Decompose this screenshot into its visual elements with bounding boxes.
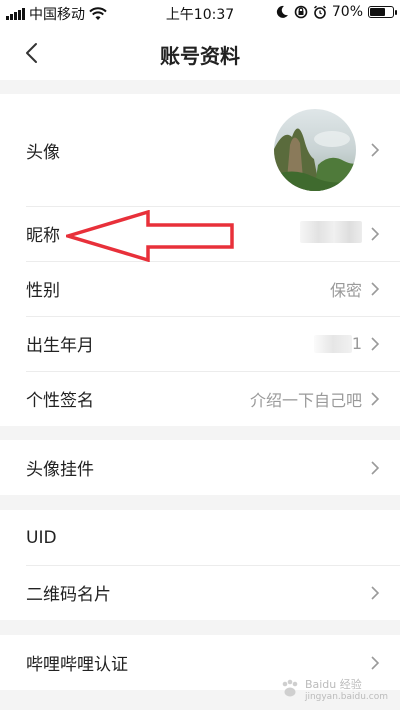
nickname-value-blurred [300, 220, 362, 247]
birthday-row[interactable]: 出生年月 1 [0, 316, 400, 371]
signature-value: 介绍一下自己吧 [249, 390, 362, 410]
gender-chevron-icon [371, 281, 380, 296]
rotation-lock-icon [294, 5, 308, 19]
pendant-row[interactable]: 头像挂件 [0, 440, 400, 495]
qrcode-label: 二维码名片 [26, 585, 111, 605]
status-bar: 中国移动 上午10:37 70% [0, 0, 400, 26]
watermark: Baidu 经验 jingyan.baidu.com [279, 676, 388, 702]
qrcode-row[interactable]: 二维码名片 [0, 565, 400, 620]
pendant-chevron-icon [371, 460, 380, 475]
avatar-label: 头像 [26, 142, 60, 163]
verify-chevron-icon [371, 655, 380, 670]
avatar-row[interactable]: 头像 [0, 94, 400, 206]
pendant-label: 头像挂件 [26, 460, 94, 480]
paw-logo-icon [282, 679, 298, 697]
birthday-label: 出生年月 [26, 336, 94, 356]
battery-percent: 70% [331, 4, 363, 20]
profile-section: 头像 昵称 性别 保密 出生年月 1 个性签名 介绍一下自己吧 [0, 94, 400, 426]
birthday-chevron-icon [371, 336, 380, 351]
birthday-blur [313, 334, 352, 353]
nickname-chevron-icon [371, 226, 380, 241]
alarm-icon [313, 5, 326, 19]
gender-row[interactable]: 性别 保密 [0, 261, 400, 316]
watermark-sub: jingyan.baidu.com [304, 692, 388, 702]
id-section: UID 二维码名片 [0, 510, 400, 620]
nav-bar: 账号资料 [0, 26, 400, 80]
uid-label: UID [26, 527, 57, 548]
qrcode-chevron-icon [371, 585, 380, 600]
battery-icon [368, 6, 397, 18]
status-right: 70% [275, 4, 397, 20]
page-title: 账号资料 [160, 44, 240, 68]
moon-icon [276, 5, 288, 18]
avatar[interactable] [274, 109, 356, 191]
uid-row: UID [0, 510, 400, 565]
signature-label: 个性签名 [26, 391, 94, 411]
pendant-section: 头像挂件 [0, 440, 400, 495]
watermark-text: Baidu 经验 [304, 678, 362, 691]
signature-chevron-icon [371, 391, 380, 406]
birthday-value: 1 [313, 334, 362, 353]
signature-row[interactable]: 个性签名 介绍一下自己吧 [0, 371, 400, 426]
avatar-chevron-icon [371, 143, 380, 157]
gender-value: 保密 [329, 280, 362, 300]
verify-label: 哔哩哔哩认证 [26, 655, 128, 675]
battery-fill [370, 8, 385, 16]
nickname-row[interactable]: 昵称 [0, 206, 400, 261]
gender-label: 性别 [26, 281, 60, 301]
birthday-visible-digit: 1 [351, 334, 362, 353]
nickname-label: 昵称 [26, 226, 60, 246]
avatar-image [274, 109, 356, 191]
